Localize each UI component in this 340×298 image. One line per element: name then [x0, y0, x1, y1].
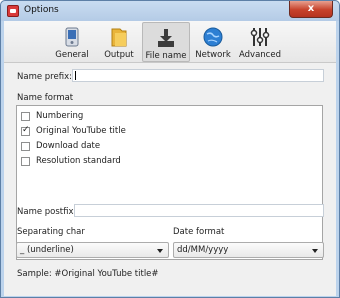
options-window: Options x General Output File name Netwo… — [0, 0, 340, 298]
window-title: Options — [24, 5, 59, 15]
tab-general[interactable]: General — [50, 22, 94, 62]
separating-char-select[interactable]: _ (underline) — [16, 242, 169, 258]
sample-text: Sample: #Original YouTube title# — [17, 269, 159, 279]
chevron-down-icon — [312, 249, 318, 253]
name-format-label: Name format — [17, 93, 74, 103]
name-prefix-input[interactable] — [72, 69, 324, 82]
resolution-standard-label: Resolution standard — [36, 156, 121, 166]
file-name-panel: Name prefix: Name format Numbering Origi… — [4, 63, 336, 296]
folder-icon — [111, 28, 127, 47]
tab-file-name-label: File name — [145, 51, 187, 61]
download-date-checkbox[interactable] — [21, 142, 30, 151]
date-format-select[interactable]: dd/MM/yyyy — [173, 242, 324, 258]
sliders-icon — [250, 28, 270, 46]
tab-file-name[interactable]: File name — [142, 22, 190, 62]
tab-output-label: Output — [104, 50, 134, 60]
app-icon — [7, 5, 19, 17]
original-youtube-title-label: Original YouTube title — [36, 126, 126, 136]
numbering-label: Numbering — [36, 111, 84, 121]
date-format-value: dd/MM/yyyy — [177, 245, 229, 255]
tab-network[interactable]: Network — [193, 22, 233, 62]
device-icon — [65, 27, 79, 47]
name-postfix-input[interactable] — [74, 204, 324, 217]
separating-char-label: Separating char — [17, 227, 85, 237]
resolution-standard-checkbox[interactable] — [21, 157, 30, 166]
numbering-checkbox[interactable] — [21, 112, 30, 121]
separating-char-value: _ (underline) — [20, 245, 74, 255]
tab-general-label: General — [55, 50, 89, 60]
tab-output[interactable]: Output — [97, 22, 141, 62]
download-icon — [158, 29, 174, 47]
download-date-label: Download date — [36, 141, 101, 151]
tab-advanced-label: Advanced — [239, 50, 281, 60]
options-toolbar: General Output File name Network Advance… — [4, 21, 336, 63]
name-postfix-label: Name postfix: — [17, 207, 77, 217]
chevron-down-icon — [157, 249, 163, 253]
globe-icon — [203, 27, 223, 47]
title-bar[interactable]: Options x — [1, 1, 339, 21]
date-format-label: Date format — [173, 227, 225, 237]
name-prefix-label: Name prefix: — [17, 72, 72, 82]
close-button[interactable]: x — [289, 1, 333, 18]
tab-network-label: Network — [195, 50, 231, 60]
tab-advanced[interactable]: Advanced — [236, 22, 284, 62]
original-youtube-title-checkbox[interactable] — [21, 125, 30, 136]
